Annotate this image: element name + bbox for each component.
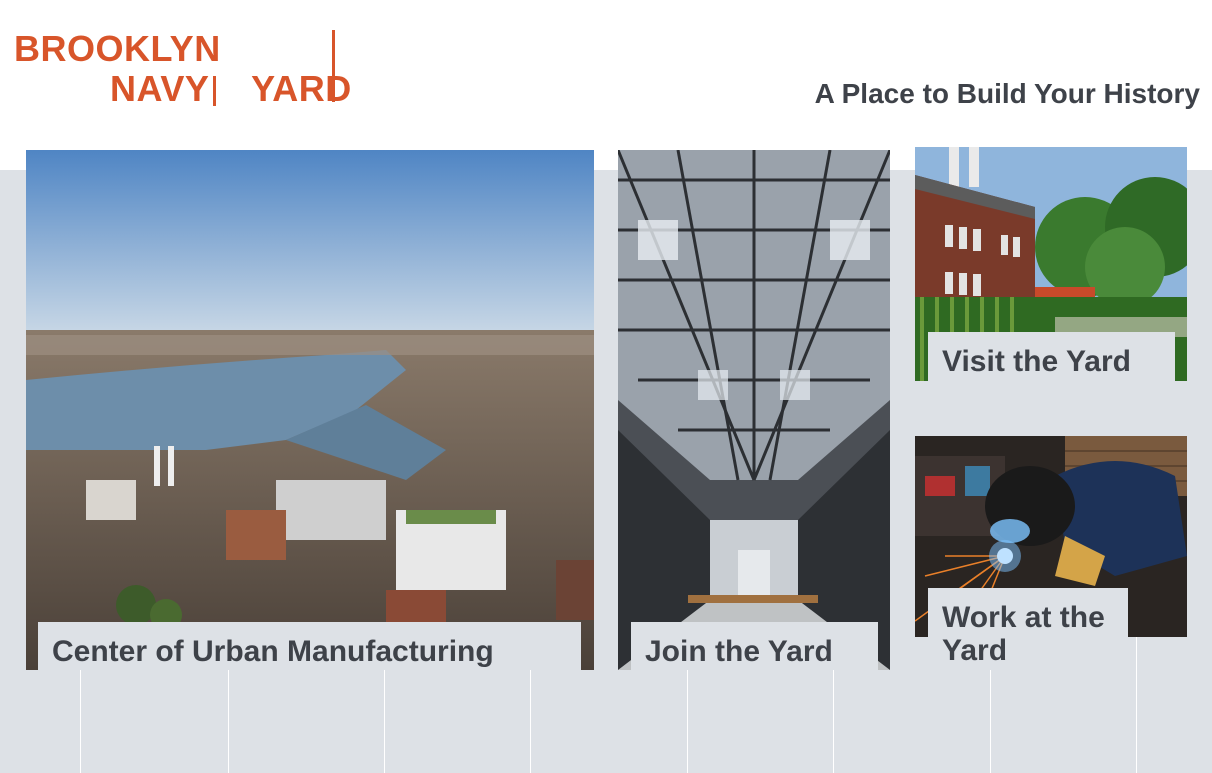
- logo-divider: [213, 76, 216, 106]
- logo-line-navy-yard: NAVY YARD: [110, 70, 352, 108]
- tile-urban-manufacturing[interactable]: [26, 150, 594, 670]
- industrial-hall-photo: [618, 150, 890, 670]
- caption-work-yard[interactable]: Work at the Yard: [928, 588, 1128, 670]
- aerial-city-photo: [26, 150, 594, 670]
- caption-visit-yard[interactable]: Visit the Yard: [928, 332, 1175, 381]
- logo-line-brooklyn: BROOKLYN: [14, 28, 221, 69]
- logo-word-yard: YARD: [251, 68, 352, 109]
- tagline: A Place to Build Your History: [814, 78, 1200, 109]
- logo-word-navy: NAVY: [110, 68, 209, 109]
- logo-divider-right: [332, 30, 335, 102]
- tile-join-yard[interactable]: [618, 150, 890, 670]
- caption-urban-manufacturing[interactable]: Center of Urban Manufacturing: [38, 622, 581, 670]
- header: BROOKLYN NAVY YARD A Place to Build Your…: [0, 0, 1212, 170]
- caption-join-yard[interactable]: Join the Yard: [631, 622, 878, 670]
